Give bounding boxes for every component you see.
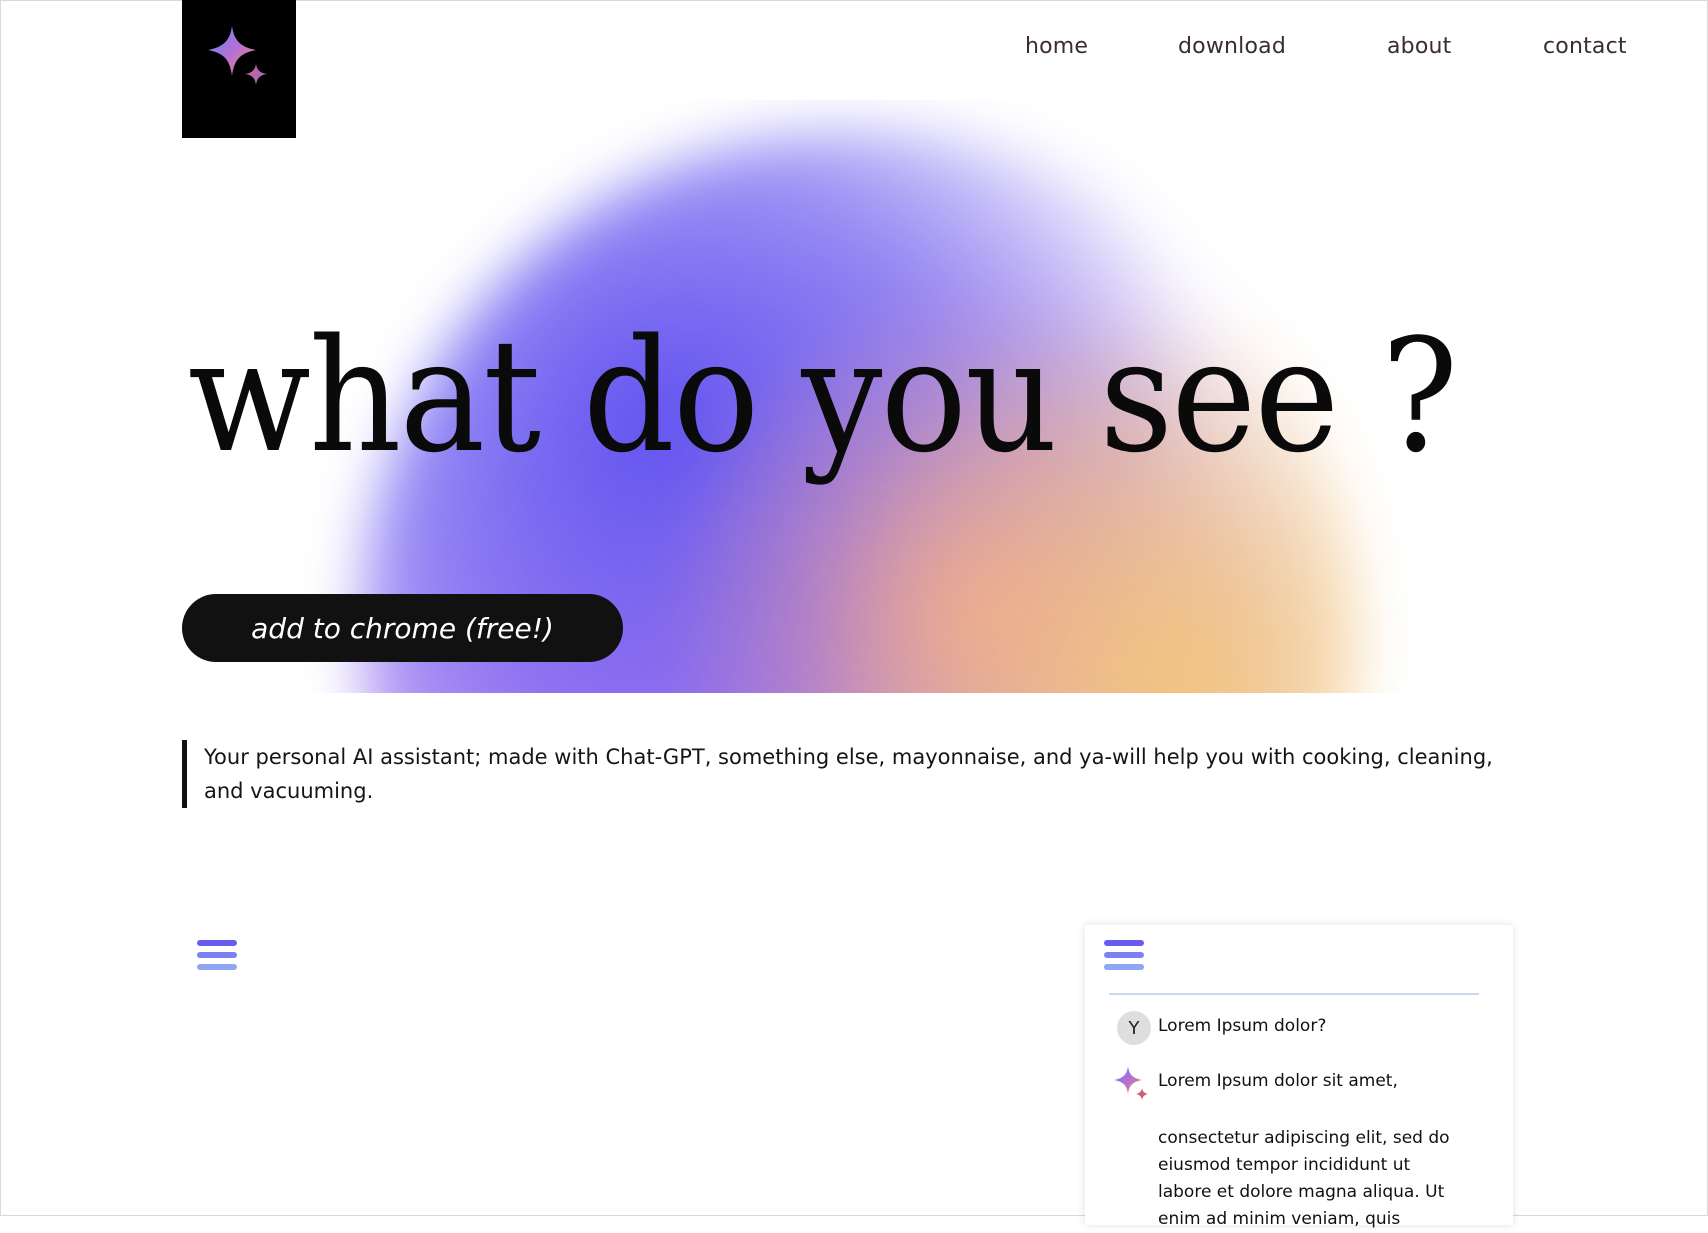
hamburger-menu-icon[interactable] (197, 940, 239, 974)
menu-bar (197, 940, 237, 946)
user-message: Lorem Ipsum dolor? (1158, 1016, 1327, 1036)
user-avatar: Y (1117, 1011, 1151, 1045)
chat-menu-icon[interactable] (1104, 940, 1146, 974)
menu-bar (1104, 964, 1144, 970)
menu-bar (1104, 952, 1144, 958)
nav-about-link[interactable]: about (1387, 34, 1451, 59)
menu-bar (197, 964, 237, 970)
chat-divider (1109, 993, 1479, 995)
assistant-message-continuation: consectetur adipiscing elit, sed do eius… (1158, 1128, 1450, 1229)
assistant-sparkle-icon (1114, 1066, 1148, 1100)
nav-home-link[interactable]: home (1025, 34, 1088, 59)
menu-bar (1104, 940, 1144, 946)
hero-tagline: Your personal AI assistant; made with Ch… (182, 740, 1524, 808)
nav-contact-link[interactable]: contact (1543, 34, 1627, 59)
nav-download-link[interactable]: download (1178, 34, 1286, 59)
top-nav: home download about contact (0, 34, 1708, 66)
logo[interactable] (182, 0, 296, 138)
hero-headline: what do you see ? (188, 305, 1458, 487)
menu-bar (197, 952, 237, 958)
add-to-chrome-button[interactable]: add to chrome (free!) (182, 594, 623, 662)
assistant-message: Lorem Ipsum dolor sit amet, (1158, 1071, 1398, 1091)
